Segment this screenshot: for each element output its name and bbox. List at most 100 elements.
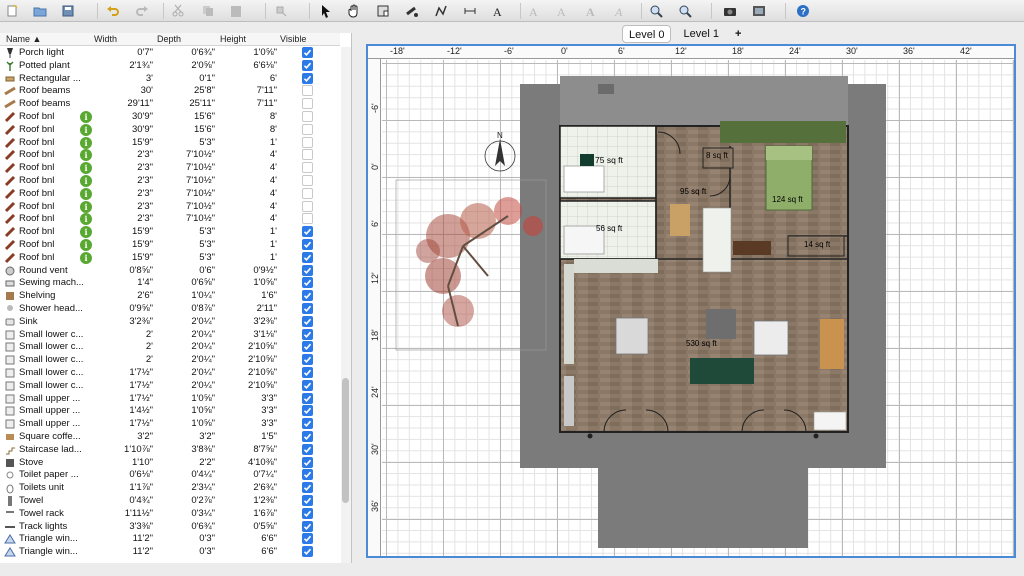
visible-checkbox[interactable]: [302, 354, 313, 366]
furniture-row[interactable]: Sink 3'2⅜" 2'0¼" 3'2⅜": [0, 315, 340, 329]
visible-checkbox[interactable]: [302, 290, 313, 302]
save-icon[interactable]: [59, 2, 77, 20]
create-walls-icon[interactable]: [403, 2, 421, 20]
furniture-row[interactable]: Roof beams 29'11" 25'11" 7'11": [0, 98, 340, 111]
furniture-list[interactable]: Name ▲ Width Depth Height Visible Porch …: [0, 33, 352, 563]
furniture-row[interactable]: Shelving 2'6" 1'0¼" 1'6": [0, 290, 340, 303]
visible-checkbox[interactable]: [302, 405, 313, 417]
italic-icon[interactable]: A: [611, 2, 629, 20]
create-dimensions-icon[interactable]: [461, 2, 479, 20]
visible-checkbox[interactable]: [302, 277, 313, 289]
furniture-row[interactable]: Toilet paper ... 0'6⅛" 0'4¼" 0'7¼": [0, 469, 340, 482]
furniture-row[interactable]: Toilets unit 1'1⅞" 2'3¼" 2'6¾": [0, 482, 340, 495]
visible-checkbox[interactable]: [302, 431, 313, 442]
tab-level-0[interactable]: Level 0: [622, 25, 672, 43]
visible-checkbox[interactable]: [302, 149, 313, 161]
furniture-row[interactable]: Staircase lad... 1'10⅞" 3'8⅜" 8'7⅝": [0, 443, 340, 457]
info-icon[interactable]: i: [80, 251, 92, 264]
add-furniture-icon[interactable]: [272, 2, 290, 20]
info-icon[interactable]: i: [80, 123, 92, 136]
visible-checkbox[interactable]: [302, 72, 313, 84]
room-area-label[interactable]: 75 sq ft: [595, 155, 624, 165]
visible-checkbox[interactable]: [302, 546, 313, 558]
plan-horizontal-scrollbar[interactable]: [360, 563, 1024, 576]
text-style-1-icon[interactable]: A: [525, 2, 543, 20]
visible-checkbox[interactable]: [302, 495, 313, 506]
pan-icon[interactable]: [345, 2, 363, 20]
visible-checkbox[interactable]: [302, 315, 313, 327]
add-text-icon[interactable]: A: [489, 2, 507, 20]
furniture-row[interactable]: Sewing mach... 1'4" 0'6⅝" 1'0⅝": [0, 277, 340, 290]
info-icon[interactable]: i: [80, 200, 92, 213]
plan-vertical-scrollbar[interactable]: [1017, 44, 1024, 558]
header-visible[interactable]: Visible: [280, 34, 306, 44]
furniture-row[interactable]: Small lower c... 2' 2'0¼" 3'1⅛": [0, 328, 340, 342]
visible-checkbox[interactable]: [302, 443, 313, 455]
visible-checkbox[interactable]: [302, 456, 313, 468]
furniture-row[interactable]: Roof bnl i 2'3" 7'10½" 4': [0, 175, 340, 188]
visible-checkbox[interactable]: [302, 136, 313, 148]
visible-checkbox[interactable]: [302, 418, 313, 430]
header-height[interactable]: Height: [220, 34, 246, 44]
furniture-row[interactable]: Rectangular ... 3' 0'1" 6': [0, 72, 340, 86]
furniture-row[interactable]: Small lower c... 2' 2'0¼" 2'10⅝": [0, 354, 340, 367]
visible-checkbox[interactable]: [302, 392, 313, 404]
new-home-icon[interactable]: [3, 2, 21, 20]
room-area-label[interactable]: 8 sq ft: [706, 151, 729, 160]
floor-plan-drawing[interactable]: N 75 sq ft 8 sq ft 95 sq ft 124 sq ft 56…: [368, 46, 1016, 558]
visible-checkbox[interactable]: [302, 47, 313, 58]
furniture-row[interactable]: Roof bnl i 15'9" 5'3" 1': [0, 251, 340, 265]
visible-checkbox[interactable]: [302, 328, 313, 340]
visible-checkbox[interactable]: [302, 379, 313, 391]
furniture-row[interactable]: Roof beams 30' 25'8" 7'11": [0, 85, 340, 98]
create-video-icon[interactable]: [750, 2, 768, 20]
furniture-row[interactable]: Roof bnl i 2'3" 7'10½" 4': [0, 149, 340, 162]
visible-checkbox[interactable]: [302, 187, 313, 199]
furniture-row[interactable]: Shower head... 0'9⅝" 0'8⅞" 2'11": [0, 303, 340, 316]
visible-checkbox[interactable]: [302, 111, 313, 122]
cut-icon[interactable]: [169, 2, 187, 20]
house-floor[interactable]: [559, 121, 849, 439]
info-icon[interactable]: i: [80, 239, 92, 251]
visible-checkbox[interactable]: [302, 367, 313, 378]
visible-checkbox[interactable]: [302, 59, 313, 71]
furniture-row[interactable]: Small lower c... 1'7½" 2'0¼" 2'10⅝": [0, 367, 340, 380]
room-area-label[interactable]: 95 sq ft: [680, 187, 707, 196]
furniture-list-scroll-thumb[interactable]: [342, 378, 349, 503]
furniture-row[interactable]: Square coffe... 3'2" 3'2" 1'5": [0, 431, 340, 444]
furniture-row[interactable]: Potted plant 2'1¾" 2'0⅝" 6'6⅛": [0, 59, 340, 73]
furniture-row[interactable]: Triangle win... 11'2" 0'3" 6'6": [0, 546, 340, 559]
header-width[interactable]: Width: [94, 34, 117, 44]
zoom-in-icon[interactable]: [647, 2, 665, 20]
furniture-row[interactable]: Porch light 0'7" 0'6¾" 1'0⅝": [0, 47, 340, 60]
furniture-row[interactable]: Roof bnl i 2'3" 7'10½" 4': [0, 162, 340, 175]
visible-checkbox[interactable]: [302, 175, 313, 186]
info-icon[interactable]: i: [80, 187, 92, 200]
help-icon[interactable]: ?: [794, 2, 812, 20]
zoom-out-icon[interactable]: [676, 2, 694, 20]
visible-checkbox[interactable]: [302, 226, 313, 238]
furniture-row[interactable]: Towel 0'4¾" 0'2⅞" 1'2⅜": [0, 495, 340, 508]
furniture-row[interactable]: Small upper ... 1'7½" 1'0⅝" 3'3": [0, 418, 340, 431]
visible-checkbox[interactable]: [302, 469, 313, 481]
visible-checkbox[interactable]: [302, 123, 313, 135]
redo-icon[interactable]: [133, 2, 151, 20]
header-depth[interactable]: Depth: [157, 34, 181, 44]
copy-icon[interactable]: [199, 2, 217, 20]
furniture-row[interactable]: Small lower c... 1'7½" 2'0¼" 2'10⅝": [0, 379, 340, 393]
furniture-row[interactable]: Triangle win... 11'2" 0'3" 6'6": [0, 533, 340, 546]
visible-checkbox[interactable]: [302, 507, 313, 519]
furniture-row[interactable]: Roof bnl i 15'9" 5'3" 1': [0, 239, 340, 252]
plan-view[interactable]: -18' -12' -6' 0' 6' 12' 18' 24' 30' 36' …: [366, 44, 1016, 558]
furniture-row[interactable]: Roof bnl i 30'9" 15'6" 8': [0, 123, 340, 137]
furniture-row[interactable]: Small lower c... 2' 2'0¼" 2'10⅝": [0, 341, 340, 354]
furniture-row[interactable]: Roof bnl i 15'9" 5'3" 1': [0, 136, 340, 150]
furniture-row[interactable]: Roof bnl i 30'9" 15'6" 8': [0, 111, 340, 124]
room-area-label[interactable]: 56 sq ft: [596, 224, 623, 233]
room-area-label[interactable]: 14 sq ft: [804, 240, 831, 249]
furniture-row[interactable]: Roof bnl i 2'3" 7'10½" 4': [0, 187, 340, 201]
header-name[interactable]: Name ▲: [6, 34, 41, 44]
furniture-row[interactable]: Small upper ... 1'4½" 1'0⅝" 3'3": [0, 405, 340, 418]
furniture-row[interactable]: Round vent 0'8⅝" 0'6" 0'9½": [0, 264, 340, 278]
visible-checkbox[interactable]: [302, 239, 313, 250]
